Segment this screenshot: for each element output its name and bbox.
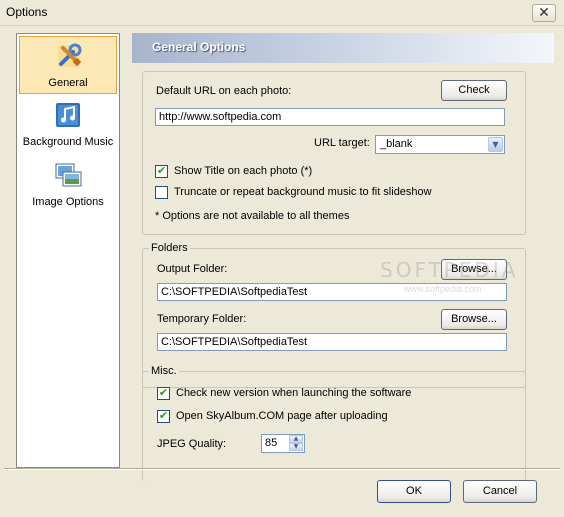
sidebar-item-general[interactable]: General bbox=[19, 36, 117, 94]
sidebar-item-label: Background Music bbox=[22, 136, 114, 148]
spin-up-icon[interactable]: ▲ bbox=[289, 435, 303, 443]
sidebar-item-label: General bbox=[48, 77, 88, 89]
section-title: General Options bbox=[152, 40, 246, 54]
close-button[interactable]: ✕ bbox=[532, 4, 556, 22]
jpeg-quality-label: JPEG Quality: bbox=[157, 438, 227, 450]
dialog-footer: OK Cancel bbox=[0, 468, 564, 517]
open-page-checkbox[interactable]: ✔ bbox=[157, 409, 170, 423]
sidebar-item-background-music[interactable]: Background Music bbox=[19, 96, 117, 154]
section-header: General Options bbox=[132, 33, 554, 63]
url-target-select[interactable]: _blank ▼ bbox=[375, 135, 505, 154]
footer-divider bbox=[4, 468, 560, 470]
truncate-music-checkbox[interactable] bbox=[155, 186, 168, 199]
temporary-browse-button[interactable]: Browse... bbox=[441, 309, 507, 330]
url-target-label: URL target: bbox=[314, 137, 370, 149]
music-note-icon bbox=[56, 103, 80, 127]
watermark-url: www.softpedia.com bbox=[404, 284, 482, 294]
output-folder-label: Output Folder: bbox=[157, 263, 228, 275]
check-version-label: Check new version when launching the sof… bbox=[176, 387, 412, 399]
check-button[interactable]: Check bbox=[441, 80, 507, 101]
checkmark-icon: ✔ bbox=[158, 409, 169, 422]
check-version-checkbox[interactable]: ✔ bbox=[157, 386, 170, 400]
show-title-checkbox[interactable]: ✔ bbox=[155, 164, 168, 178]
folders-legend: Folders bbox=[149, 242, 190, 254]
themes-note: * Options are not available to all theme… bbox=[155, 210, 350, 222]
category-sidebar: General Background Music Image Options bbox=[16, 33, 120, 468]
window-body: General Background Music Image Options G… bbox=[4, 26, 560, 481]
truncate-music-label: Truncate or repeat background music to f… bbox=[174, 186, 432, 198]
checkmark-icon: ✔ bbox=[158, 386, 169, 399]
window-title: Options bbox=[6, 5, 48, 19]
title-bar: Options ✕ bbox=[0, 0, 564, 26]
url-target-value: _blank bbox=[380, 138, 413, 150]
show-title-label: Show Title on each photo (*) bbox=[174, 165, 313, 177]
open-page-label: Open SkyAlbum.COM page after uploading bbox=[176, 410, 388, 422]
close-icon: ✕ bbox=[538, 5, 550, 21]
sidebar-item-label: Image Options bbox=[32, 196, 104, 208]
watermark-text: SOFTPEDIA bbox=[380, 258, 519, 282]
temporary-folder-label: Temporary Folder: bbox=[157, 313, 247, 325]
general-group: Default URL on each photo: Check http://… bbox=[142, 71, 526, 235]
checkmark-icon: ✔ bbox=[156, 164, 167, 177]
ok-button[interactable]: OK bbox=[377, 480, 451, 503]
general-tools-icon bbox=[58, 43, 82, 67]
spin-down-icon[interactable]: ▼ bbox=[289, 443, 303, 451]
misc-group: Misc. ✔ Check new version when launching… bbox=[142, 365, 526, 481]
default-url-label: Default URL on each photo: bbox=[156, 85, 292, 97]
jpeg-quality-stepper[interactable]: 85 ▲ ▼ bbox=[261, 434, 305, 453]
misc-legend: Misc. bbox=[149, 365, 179, 377]
default-url-field[interactable]: http://www.softpedia.com bbox=[155, 108, 505, 126]
jpeg-quality-value: 85 bbox=[265, 437, 278, 449]
temporary-folder-field[interactable]: C:\SOFTPEDIA\SoftpediaTest bbox=[157, 333, 507, 351]
chevron-down-icon[interactable]: ▼ bbox=[488, 137, 503, 152]
cancel-button[interactable]: Cancel bbox=[463, 480, 537, 503]
sidebar-item-image-options[interactable]: Image Options bbox=[19, 156, 117, 214]
images-icon bbox=[55, 163, 82, 187]
